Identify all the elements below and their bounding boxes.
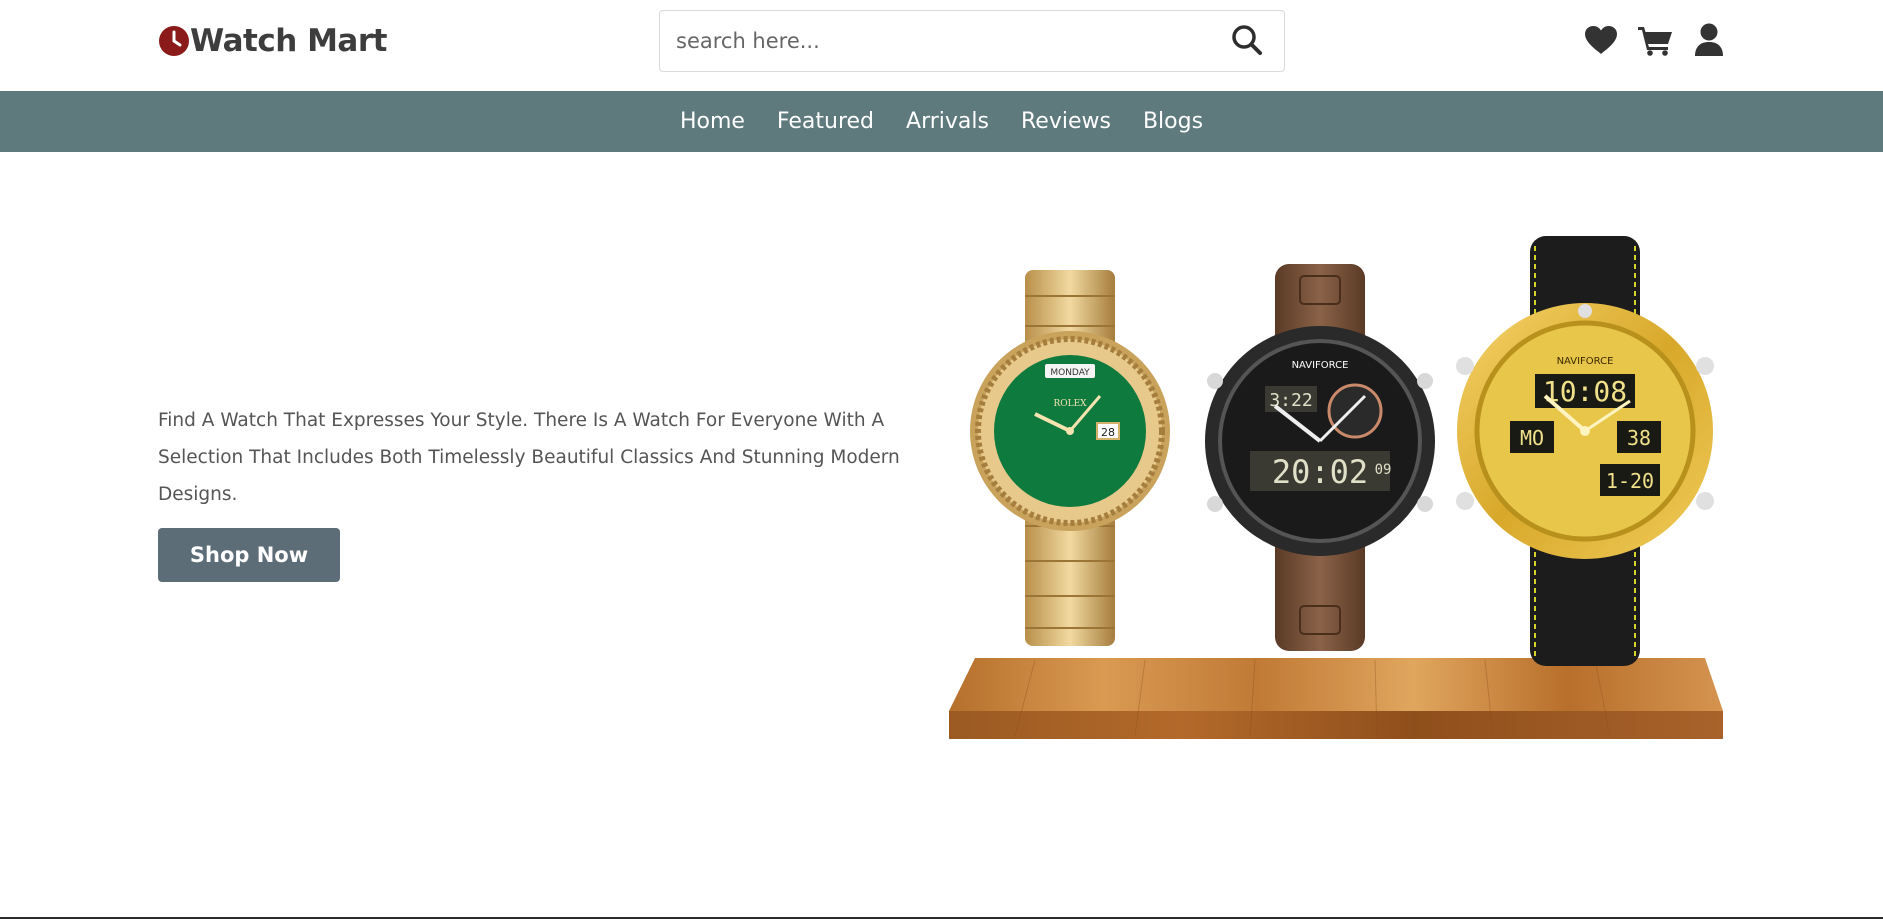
heart-icon [1584, 25, 1618, 60]
svg-text:38: 38 [1627, 426, 1651, 450]
nav-home[interactable]: Home [680, 109, 745, 134]
user-icon [1694, 23, 1724, 62]
svg-text:09: 09 [1375, 462, 1392, 478]
nav-arrivals[interactable]: Arrivals [906, 109, 989, 134]
cart-icon [1637, 24, 1673, 61]
svg-text:1-20: 1-20 [1606, 469, 1654, 493]
header-actions [1583, 23, 1727, 62]
svg-text:NAVIFORCE: NAVIFORCE [1557, 356, 1614, 367]
svg-text:ROLEX: ROLEX [1053, 399, 1087, 409]
nav-blogs[interactable]: Blogs [1143, 109, 1203, 134]
hero-description: Find A Watch That Expresses Your Style. … [158, 410, 900, 505]
brand-name: Watch Mart [190, 23, 387, 59]
svg-text:MONDAY: MONDAY [1050, 368, 1090, 378]
svg-text:28: 28 [1101, 426, 1115, 439]
hero-watches-image: MONDAY ROLEX 28 NAVIFORCE 3:22 20:02 09 [945, 236, 1725, 742]
cart-button[interactable] [1637, 24, 1673, 60]
search-icon [1231, 24, 1263, 59]
search-bar [659, 10, 1285, 72]
nav-featured[interactable]: Featured [777, 109, 874, 134]
search-input[interactable] [660, 11, 1210, 71]
svg-text:MO: MO [1520, 426, 1544, 450]
wishlist-button[interactable] [1583, 24, 1619, 60]
account-button[interactable] [1691, 23, 1727, 62]
search-button[interactable] [1210, 11, 1284, 71]
nav-reviews[interactable]: Reviews [1021, 109, 1111, 134]
svg-text:20:02: 20:02 [1272, 453, 1368, 491]
site-header: Watch Mart [0, 0, 1883, 91]
main-nav: Home Featured Arrivals Reviews Blogs [0, 91, 1883, 152]
clock-icon [158, 25, 190, 57]
svg-text:NAVIFORCE: NAVIFORCE [1292, 360, 1349, 371]
shop-now-button[interactable]: Shop Now [158, 528, 340, 582]
brand-logo-link[interactable]: Watch Mart [158, 22, 387, 60]
